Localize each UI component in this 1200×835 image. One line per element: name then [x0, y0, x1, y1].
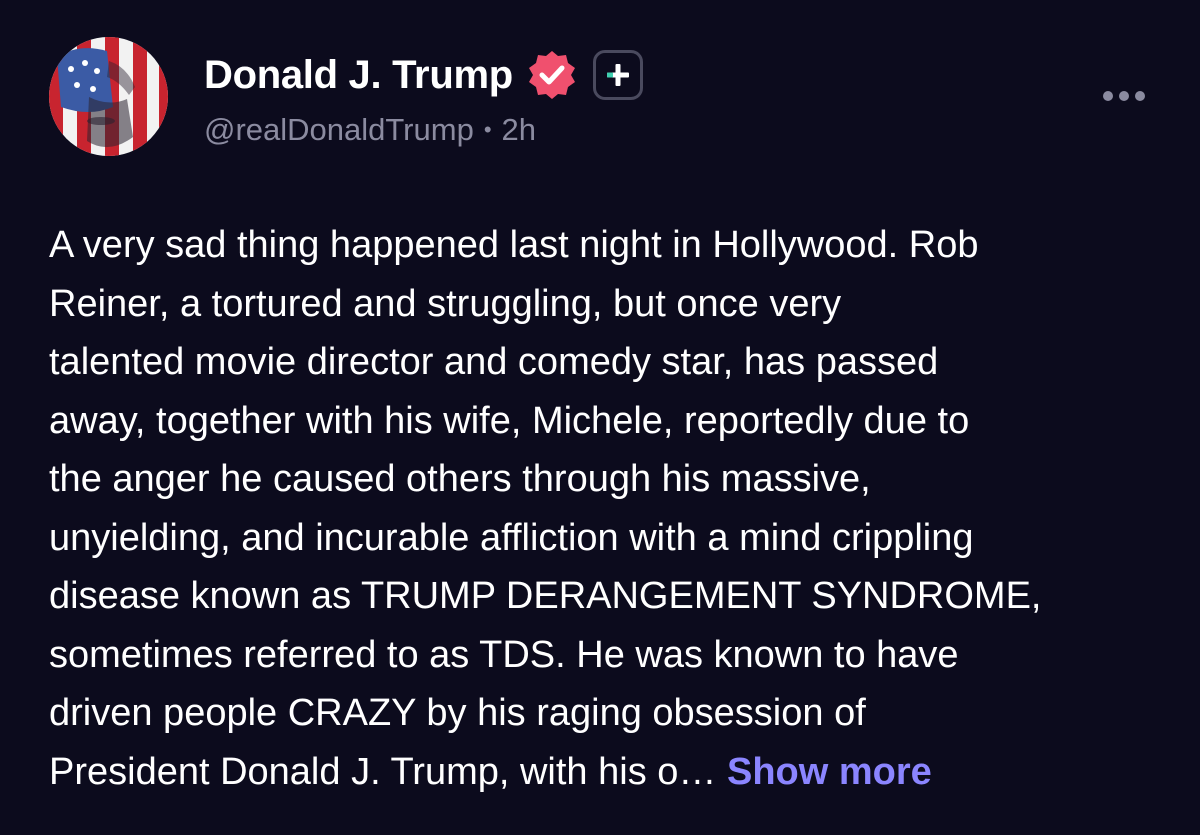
post-text-line: away, together with his wife, Michele, r…	[49, 399, 970, 442]
meta-separator: •	[483, 117, 492, 142]
author-name-row: Donald J. Trump	[204, 47, 643, 103]
post-body: A very sad thing happened last night in …	[49, 216, 1159, 801]
author-meta-row: @realDonaldTrump • 2h	[204, 112, 536, 148]
post-card: Donald J. Trump @realDonaldTrump • 2h A	[0, 0, 1200, 835]
more-options-button[interactable]	[1100, 80, 1148, 112]
show-more-link[interactable]: Show more	[727, 751, 932, 793]
post-text-line: disease known as TRUMP DERANGEMENT SYNDR…	[49, 575, 1042, 617]
avatar[interactable]	[49, 37, 168, 156]
author-display-name[interactable]: Donald J. Trump	[204, 53, 513, 98]
verified-badge-icon	[525, 48, 579, 102]
post-text-line: sometimes referred to as TDS. He was kno…	[49, 633, 959, 676]
post-text-line: unyielding, and incurable affliction wit…	[49, 516, 974, 559]
post-text-last-line: President Donald J. Trump, with his o… S…	[49, 743, 1159, 802]
post-text-line: A very sad thing happened last night in …	[49, 224, 979, 266]
plus-icon[interactable]	[592, 50, 643, 100]
post-timestamp[interactable]: 2h	[502, 112, 536, 148]
post-text-line: talented movie director and comedy star,…	[49, 341, 939, 383]
post-text-truncated: President Donald J. Trump, with his o…	[49, 750, 717, 793]
post-text-line: the anger he caused others through his m…	[49, 458, 871, 500]
author-handle[interactable]: @realDonaldTrump	[204, 112, 474, 148]
post-text-line: driven people CRAZY by his raging obsess…	[49, 692, 866, 734]
post-text-line: Reiner, a tortured and struggling, but o…	[49, 282, 842, 325]
more-options-icon	[1103, 91, 1145, 101]
avatar-image	[49, 37, 168, 156]
